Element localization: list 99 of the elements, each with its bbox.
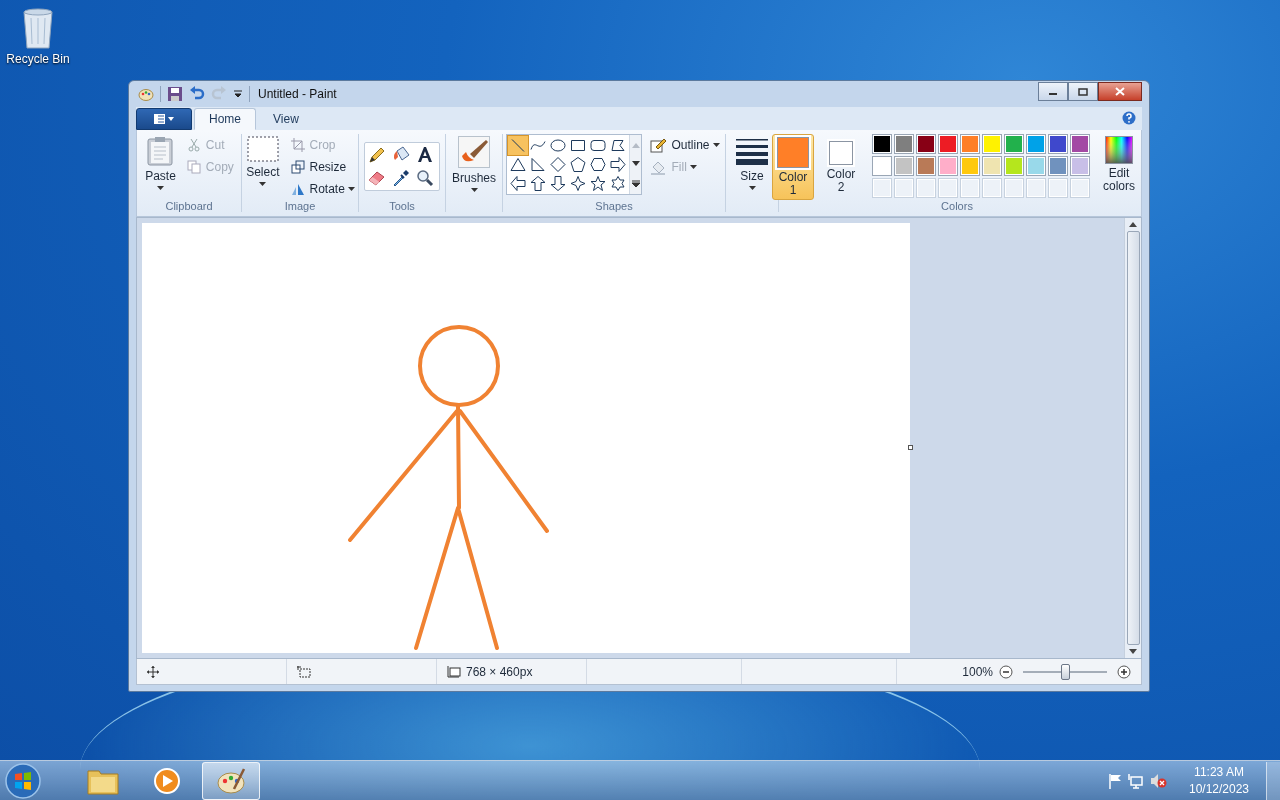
select-button[interactable]: Select (243, 134, 283, 189)
caret-icon (347, 186, 355, 191)
customize-dropdown-icon[interactable] (233, 88, 243, 99)
zoom-level: 100% (962, 664, 993, 679)
palette-color[interactable] (982, 156, 1002, 177)
copy-icon (186, 159, 201, 174)
caret-icon (748, 186, 756, 191)
palette-color[interactable] (1004, 134, 1024, 155)
close-icon (1115, 87, 1125, 96)
magnifier-icon[interactable] (415, 168, 435, 189)
resize-icon (290, 159, 305, 174)
clock-date[interactable]: 10/12/2023 (1188, 780, 1250, 798)
brushes-button[interactable]: Brushes (449, 134, 499, 195)
size-button[interactable]: Size (732, 134, 772, 193)
palette-color[interactable] (960, 134, 980, 155)
color-2-button[interactable]: Color 2 (820, 134, 862, 201)
pencil-icon[interactable] (367, 145, 387, 166)
selection-size-icon (297, 665, 311, 678)
palette-color[interactable] (872, 134, 892, 155)
network-icon[interactable] (1128, 772, 1144, 789)
caret-icon (157, 186, 164, 191)
maximize-button[interactable] (1068, 82, 1098, 101)
resize-handle[interactable] (908, 445, 913, 451)
palette-color[interactable] (1048, 156, 1068, 177)
palette-color[interactable] (872, 156, 892, 177)
canvas-dimensions: 768 × 460px (466, 664, 533, 679)
palette-color[interactable] (982, 134, 1002, 155)
ribbon-tab[interactable]: View (258, 108, 314, 131)
color-1-button[interactable]: Color 1 (772, 134, 814, 201)
taskbar-button[interactable] (202, 761, 260, 800)
close-button[interactable] (1098, 82, 1142, 101)
palette-color[interactable] (1070, 134, 1090, 155)
palette-color[interactable] (938, 134, 958, 155)
spectrum-icon (1105, 136, 1133, 165)
palette-color[interactable] (916, 156, 936, 177)
scroll-up-icon[interactable] (1129, 222, 1137, 228)
muted-speaker-icon[interactable] (1150, 772, 1168, 789)
show-desktop-button[interactable] (1266, 761, 1280, 800)
clipboard-icon (147, 136, 174, 167)
palette-color[interactable] (1004, 156, 1024, 177)
expand-gallery-icon[interactable] (632, 179, 640, 188)
start-button[interactable] (4, 761, 42, 800)
palette-color[interactable] (1026, 134, 1046, 155)
shape-option[interactable] (608, 155, 629, 175)
crop-icon (290, 137, 305, 152)
undo-icon[interactable] (189, 85, 205, 102)
zoom-in-button[interactable] (1117, 664, 1131, 679)
redo-icon (211, 85, 227, 102)
group-label: Clipboard (165, 200, 213, 215)
palette-color[interactable] (1026, 156, 1046, 177)
group-label: Image (284, 200, 316, 215)
shape-option[interactable] (508, 174, 529, 194)
vertical-scrollbar[interactable] (1124, 218, 1141, 659)
paste-button[interactable]: Paste (142, 134, 179, 193)
plus-icon (1117, 664, 1131, 679)
palette-color[interactable] (938, 156, 958, 177)
scroll-down-icon[interactable] (1129, 649, 1137, 655)
caret-icon (689, 164, 697, 169)
palette-color[interactable] (1048, 134, 1068, 155)
palette-color[interactable] (916, 134, 936, 155)
ribbon-tab[interactable]: Home (194, 108, 256, 131)
group-label: Colors (941, 200, 973, 215)
minus-icon (999, 664, 1013, 679)
palette-color[interactable] (894, 156, 914, 177)
group-label: Tools (389, 200, 415, 215)
help-icon[interactable] (1122, 111, 1136, 126)
recycle-bin-icon[interactable] (21, 6, 55, 50)
menu-icon (152, 114, 176, 125)
cursor-position-icon (147, 665, 159, 678)
palette-color[interactable] (960, 156, 980, 177)
group-label: Shapes (595, 200, 633, 215)
zoom-out-button[interactable] (999, 664, 1013, 679)
play-icon (153, 766, 181, 795)
palette-color[interactable] (1070, 156, 1090, 177)
palette-icon (216, 766, 246, 795)
caret-icon (259, 182, 267, 187)
scissors-icon (186, 137, 201, 152)
outline-pencil-icon (650, 136, 667, 153)
file-menu-button[interactable] (136, 108, 192, 131)
palette-color[interactable] (894, 134, 914, 155)
flag-icon[interactable] (1108, 772, 1122, 789)
dashed-rectangle-icon (246, 136, 279, 163)
caret-icon (470, 188, 478, 193)
edit-colors-button[interactable]: Edit colors (1096, 134, 1142, 196)
rotate-button[interactable]: Rotate (288, 179, 357, 199)
maximize-icon (1078, 87, 1088, 96)
desktop-icon-label[interactable]: Recycle Bin (6, 52, 70, 66)
caret-icon (712, 142, 720, 147)
window-title: Untitled - Paint (258, 86, 337, 101)
minimize-button[interactable] (1038, 82, 1068, 101)
shape-option[interactable] (568, 155, 589, 175)
scroll-down-icon[interactable] (632, 160, 640, 167)
line-widths-icon (735, 136, 769, 167)
save-icon[interactable] (167, 85, 183, 102)
color-picker-icon[interactable] (391, 168, 411, 189)
canvas-size-icon (447, 665, 461, 678)
brush-icon (458, 136, 490, 169)
resize-button[interactable]: Resize (288, 157, 357, 177)
outline-button[interactable]: Outline (648, 135, 722, 155)
